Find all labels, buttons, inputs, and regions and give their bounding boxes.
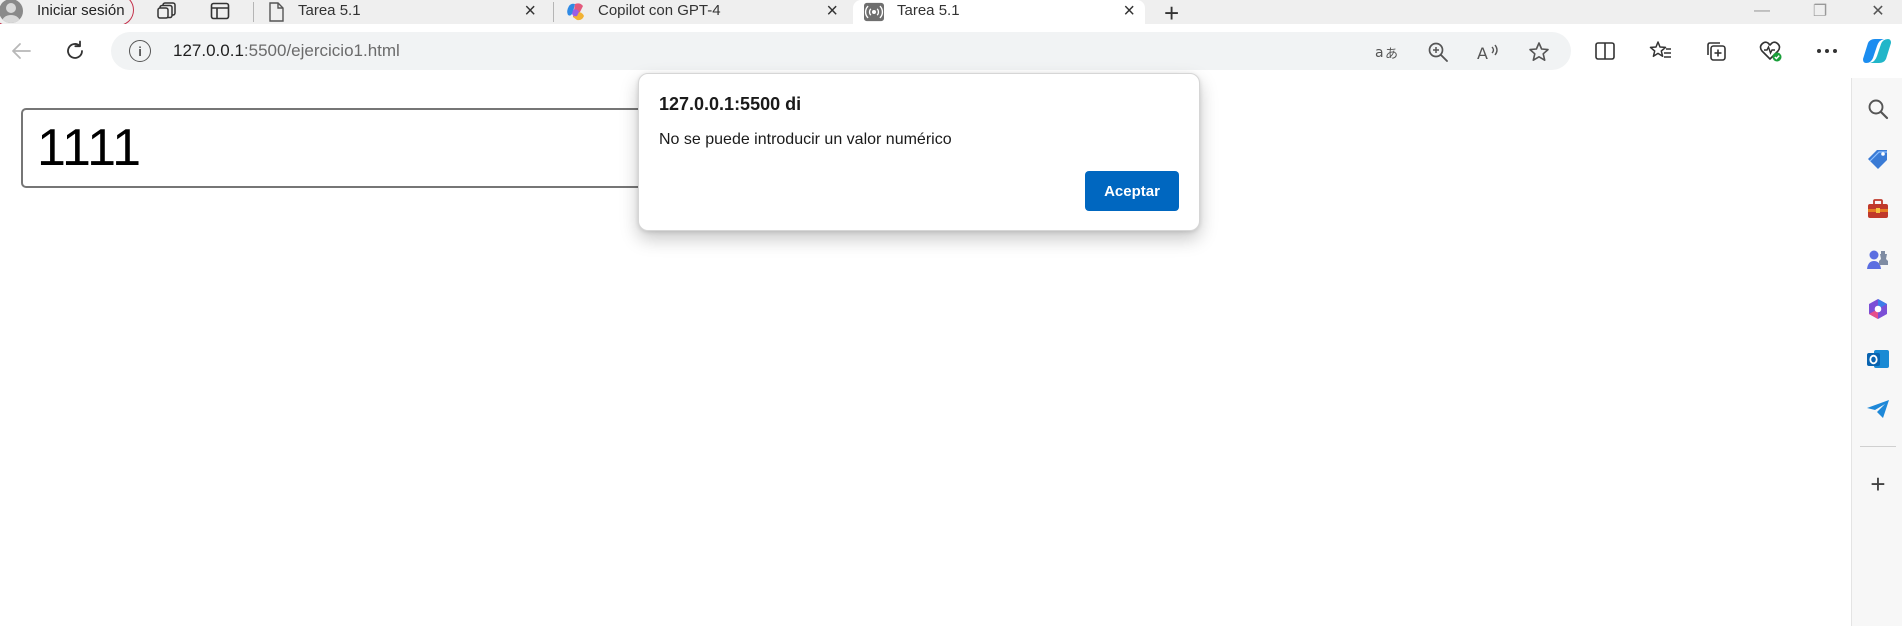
games-chess-icon[interactable] — [1865, 246, 1891, 272]
dialog-message: No se puede introducir un valor numérico — [659, 131, 952, 148]
copilot-sidebar-icon[interactable] — [1862, 36, 1892, 66]
svg-text:a: a — [1375, 45, 1384, 61]
accept-button[interactable]: Aceptar — [1085, 171, 1179, 211]
profile-label: Iniciar sesión — [37, 2, 125, 19]
more-options-icon[interactable] — [1812, 36, 1842, 66]
copilot-365-icon[interactable] — [1865, 296, 1891, 322]
svg-text:A: A — [1477, 44, 1488, 62]
url-host: 127.0.0.1 — [173, 41, 244, 60]
sidebar-divider — [1860, 446, 1896, 447]
minimize-icon[interactable]: — — [1738, 0, 1786, 22]
shopping-tag-icon[interactable] — [1865, 146, 1891, 172]
tab-title: Tarea 5.1 — [298, 2, 361, 19]
translate-icon[interactable]: aあ — [1375, 40, 1399, 64]
address-url[interactable]: 127.0.0.1:5500/ejercicio1.html — [173, 41, 400, 61]
alert-dialog: 127.0.0.1:5500 di No se puede introducir… — [638, 73, 1200, 231]
tab-separator — [553, 2, 554, 22]
number-input[interactable] — [21, 108, 721, 188]
favorite-star-icon[interactable] — [1527, 40, 1551, 64]
workspaces-icon[interactable] — [155, 0, 179, 22]
read-aloud-icon[interactable]: A — [1477, 40, 1501, 64]
tab-title: Tarea 5.1 — [897, 2, 960, 19]
tab-close-icon[interactable]: × — [1123, 1, 1135, 21]
tab-copilot[interactable]: Copilot con GPT-4 × — [556, 0, 848, 24]
zoom-icon[interactable] — [1426, 40, 1450, 64]
tab-actions-icon[interactable] — [208, 0, 232, 22]
tab-title: Copilot con GPT-4 — [598, 2, 721, 19]
dialog-title: 127.0.0.1:5500 di — [659, 94, 802, 114]
back-icon[interactable] — [7, 37, 35, 65]
url-path: :5500/ejercicio1.html — [243, 41, 400, 60]
refresh-icon[interactable] — [61, 37, 89, 65]
profile-avatar-icon — [0, 0, 23, 23]
tab-strip: Iniciar sesión Tarea 5.1 × Copilot con G… — [0, 0, 1902, 28]
restore-icon[interactable]: ❐ — [1796, 0, 1844, 22]
search-icon[interactable] — [1865, 96, 1891, 122]
browser-essentials-icon[interactable] — [1756, 36, 1786, 66]
collections-icon[interactable] — [1701, 36, 1731, 66]
tab-close-icon[interactable]: × — [524, 1, 536, 21]
outlook-icon[interactable] — [1865, 346, 1891, 372]
site-info-icon[interactable]: i — [129, 40, 151, 62]
svg-text:あ: あ — [1385, 47, 1398, 62]
tab-close-icon[interactable]: × — [826, 1, 838, 21]
tab-tarea-5-1-active[interactable]: Tarea 5.1 × — [853, 0, 1145, 24]
broadcast-icon — [864, 2, 884, 22]
address-bar[interactable]: i 127.0.0.1:5500/ejercicio1.html aあ A — [111, 32, 1571, 70]
document-icon — [266, 2, 286, 22]
edge-sidebar: + — [1851, 78, 1902, 626]
add-sidebar-app-icon[interactable]: + — [1865, 469, 1891, 499]
tab-tarea-5-1[interactable]: Tarea 5.1 × — [256, 0, 546, 24]
tools-briefcase-icon[interactable] — [1865, 196, 1891, 222]
tab-separator — [253, 2, 254, 22]
navigation-bar: i 127.0.0.1:5500/ejercicio1.html aあ A — [0, 24, 1902, 78]
send-telegram-icon[interactable] — [1865, 396, 1891, 422]
favorites-icon[interactable] — [1646, 36, 1676, 66]
close-window-icon[interactable]: ✕ — [1854, 0, 1902, 22]
split-screen-icon[interactable] — [1590, 36, 1620, 66]
copilot-icon — [566, 2, 586, 22]
profile-button[interactable]: Iniciar sesión — [0, 0, 134, 26]
